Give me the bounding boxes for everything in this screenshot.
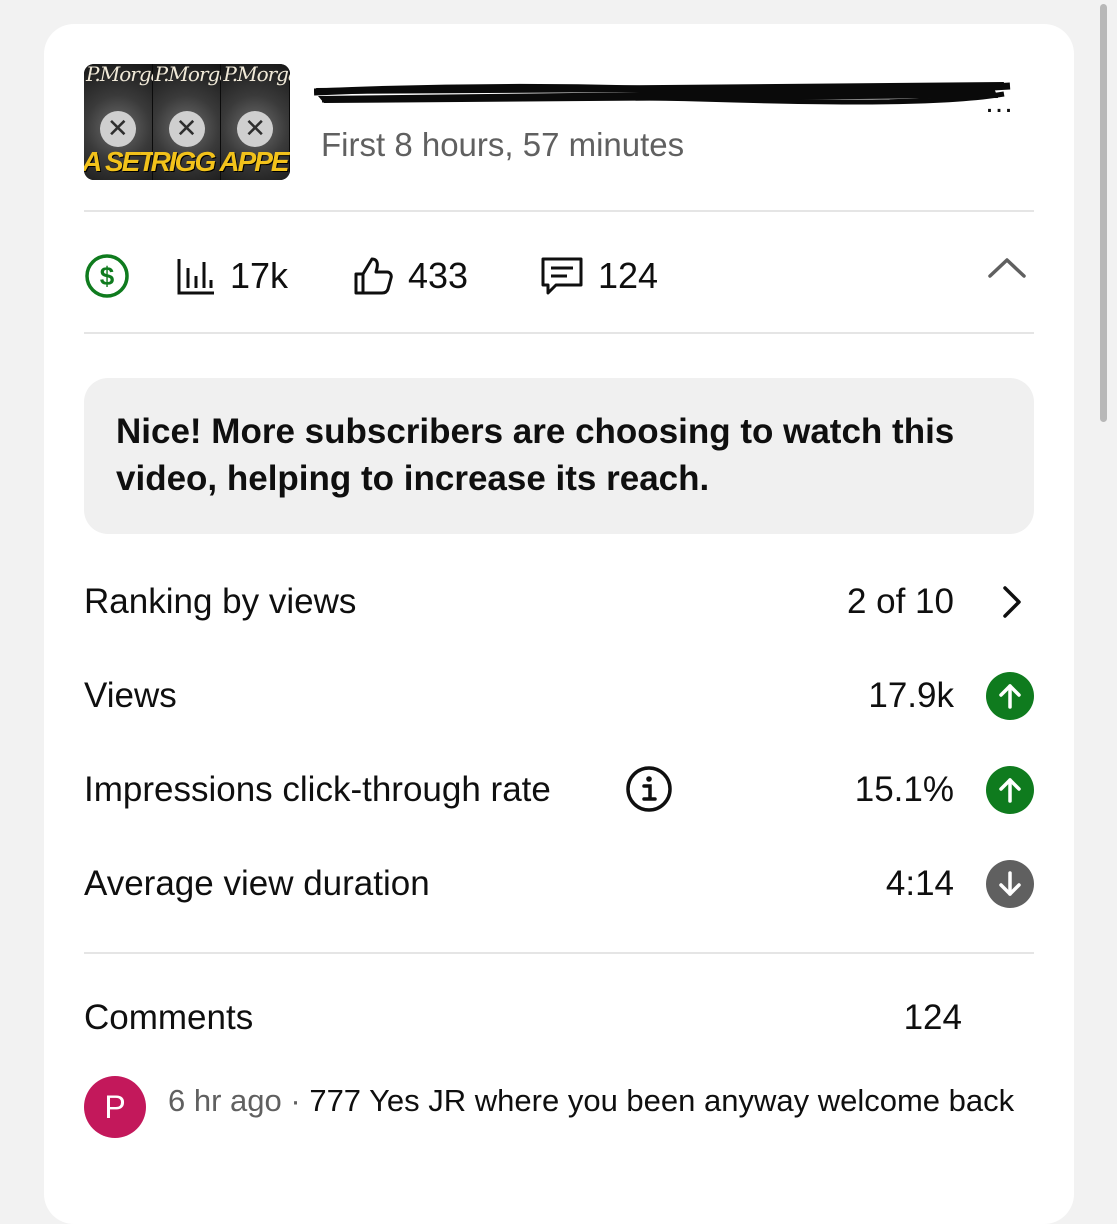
metric-views[interactable]: Views 17.9k bbox=[84, 666, 1034, 726]
comment-time: 6 hr ago bbox=[168, 1083, 282, 1118]
metric-value: 17.9k bbox=[868, 676, 954, 715]
xrp-logo-icon: ✕ bbox=[168, 110, 205, 147]
thumbnail-caption: RIGG bbox=[150, 146, 217, 177]
collapse-chevron-icon[interactable] bbox=[986, 254, 1028, 287]
comments-header[interactable]: Comments 124 bbox=[84, 998, 1034, 1048]
stats-row: $ 17k 433 124 bbox=[84, 244, 1034, 308]
thumbnail-caption: APPE bbox=[219, 146, 289, 177]
monetization-status[interactable]: $ bbox=[84, 244, 130, 308]
thumbnail-caption: A SET bbox=[84, 146, 155, 177]
metric-label: Average view duration bbox=[84, 864, 430, 903]
divider bbox=[84, 952, 1034, 954]
divider bbox=[84, 332, 1034, 334]
comment-text: 777 Yes JR where you been anyway welcome… bbox=[309, 1083, 1015, 1118]
insight-notice: Nice! More subscribers are choosing to w… bbox=[84, 378, 1034, 534]
thumbnail-panel: P.Morga ✕ A SET bbox=[84, 64, 163, 180]
metric-value: 15.1% bbox=[854, 770, 954, 809]
video-time-range: First 8 hours, 57 minutes bbox=[321, 126, 685, 163]
likes-stat[interactable]: 433 bbox=[352, 244, 468, 308]
chevron-right-icon[interactable] bbox=[1000, 584, 1024, 625]
dollar-circle-icon: $ bbox=[84, 253, 130, 299]
comments-total: 124 bbox=[903, 998, 962, 1037]
metric-value: 2 of 10 bbox=[846, 582, 954, 621]
metric-label: Impressions click-through rate bbox=[84, 770, 551, 809]
trend-down-icon bbox=[986, 860, 1034, 908]
insight-notice-text: Nice! More subscribers are choosing to w… bbox=[116, 412, 955, 498]
metric-ranking-by-views[interactable]: Ranking by views 2 of 10 bbox=[84, 572, 1034, 632]
video-thumbnail[interactable]: P.Morga ✕ A SET P.Morga ✕ RIGG P.Morga ✕… bbox=[84, 64, 290, 180]
trend-up-icon bbox=[986, 766, 1034, 814]
comments-label: Comments bbox=[84, 998, 254, 1037]
bar-chart-icon bbox=[176, 256, 216, 296]
svg-text:$: $ bbox=[100, 261, 115, 291]
views-count: 17k bbox=[230, 255, 289, 296]
metric-average-view-duration[interactable]: Average view duration 4:14 bbox=[84, 854, 1034, 914]
metric-impressions-ctr[interactable]: Impressions click-through rate 15.1% bbox=[84, 760, 1034, 820]
metric-label: Views bbox=[84, 676, 177, 715]
comments-stat[interactable]: 124 bbox=[540, 244, 658, 308]
xrp-logo-icon: ✕ bbox=[237, 110, 274, 147]
thumbnail-panel: P.Morga ✕ RIGG bbox=[150, 64, 231, 180]
title-ellipsis: … bbox=[984, 86, 1014, 119]
thumbnail-brand-text: P.Morga bbox=[86, 64, 163, 86]
metric-label: Ranking by views bbox=[84, 582, 357, 621]
divider bbox=[84, 210, 1034, 212]
thumbnail-panel: P.Morga ✕ APPE bbox=[219, 64, 290, 180]
latest-comment[interactable]: 6 hr ago · 777 Yes JR where you been any… bbox=[168, 1078, 1018, 1124]
thumbs-up-icon bbox=[352, 255, 394, 297]
thumbnail-brand-text: P.Morga bbox=[223, 64, 290, 86]
views-stat[interactable]: 17k bbox=[176, 244, 288, 308]
info-icon[interactable] bbox=[624, 764, 674, 819]
trend-up-icon bbox=[986, 672, 1034, 720]
thumbnail-brand-text: P.Morga bbox=[154, 64, 232, 86]
metric-value: 4:14 bbox=[885, 864, 954, 903]
scrollbar[interactable] bbox=[1100, 4, 1107, 422]
comment-icon bbox=[540, 255, 584, 297]
video-analytics-card: P.Morga ✕ A SET P.Morga ✕ RIGG P.Morga ✕… bbox=[44, 24, 1074, 1224]
redacted-video-title[interactable] bbox=[314, 76, 1014, 108]
comment-separator: · bbox=[281, 1083, 310, 1118]
comments-count: 124 bbox=[598, 255, 659, 296]
likes-count: 433 bbox=[408, 255, 469, 296]
xrp-logo-icon: ✕ bbox=[99, 110, 136, 147]
avatar[interactable]: P bbox=[84, 1076, 146, 1138]
